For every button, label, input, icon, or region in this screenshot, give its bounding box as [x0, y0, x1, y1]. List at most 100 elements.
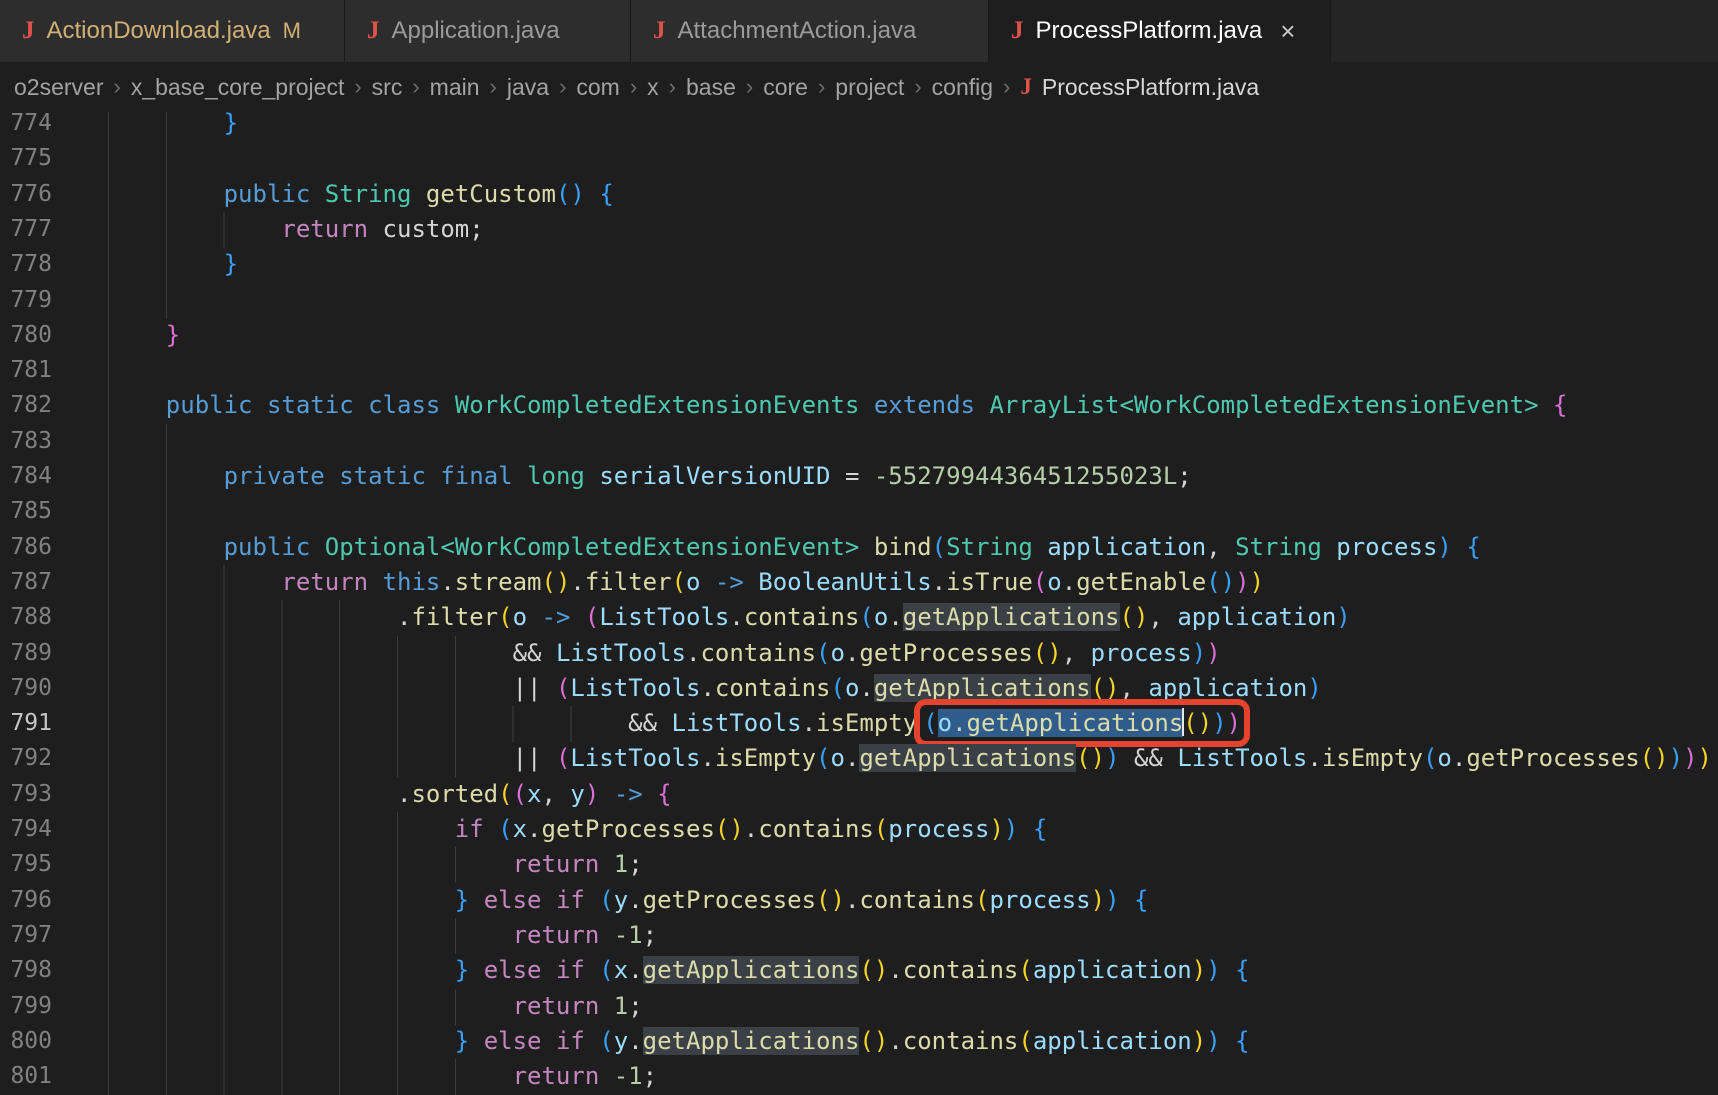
- code-text[interactable]: }: [108, 247, 238, 282]
- code-line-790[interactable]: 790 || (ListTools.contains(o.getApplicat…: [0, 670, 1718, 707]
- line-number[interactable]: 784: [0, 459, 52, 494]
- code-text[interactable]: && ListTools.contains(o.getProcesses(), …: [108, 636, 1221, 671]
- code-text[interactable]: public static class WorkCompletedExtensi…: [108, 388, 1568, 423]
- line-number[interactable]: 791: [0, 706, 52, 741]
- line-number[interactable]: 777: [0, 212, 52, 247]
- tab-attachmentaction-java[interactable]: J AttachmentAction.java: [631, 0, 989, 62]
- breadcrumb-item[interactable]: src: [372, 74, 403, 101]
- code-line-780[interactable]: 780 }: [0, 317, 1718, 354]
- code-token: String: [1235, 532, 1322, 561]
- code-text[interactable]: return 1;: [108, 989, 643, 1024]
- line-number[interactable]: 787: [0, 565, 52, 600]
- code-line-796[interactable]: 796 } else if (y.getProcesses().contains…: [0, 882, 1718, 919]
- tab-processplatform-java[interactable]: J ProcessPlatform.java ×: [989, 0, 1331, 62]
- code-text[interactable]: return -1;: [108, 918, 658, 953]
- code-line-794[interactable]: 794 if (x.getProcesses().contains(proces…: [0, 812, 1718, 848]
- breadcrumb-item[interactable]: base: [686, 74, 736, 101]
- code-text[interactable]: private static final long serialVersionU…: [108, 459, 1192, 494]
- code-editor[interactable]: 774 } 775 776 public String getCustom() {7…: [0, 0, 1718, 1095]
- code-text[interactable]: } else if (x.getApplications().contains(…: [108, 953, 1250, 988]
- code-line-795[interactable]: 795 return 1;: [0, 847, 1718, 884]
- code-line-778[interactable]: 778 }: [0, 247, 1718, 284]
- breadcrumb-item[interactable]: main: [430, 74, 480, 101]
- line-number[interactable]: 801: [0, 1059, 52, 1094]
- code-text[interactable]: || (ListTools.isEmpty(o.getApplications(…: [108, 741, 1712, 776]
- vscode-window: { "colors":{ "bg":"#1e1e1e","tabbar":"#2…: [0, 0, 1718, 1095]
- line-number[interactable]: 780: [0, 318, 52, 353]
- line-number[interactable]: 798: [0, 953, 52, 988]
- code-line-777[interactable]: 777 return custom;: [0, 211, 1718, 248]
- code-text[interactable]: }: [108, 318, 180, 353]
- line-number[interactable]: 785: [0, 494, 52, 529]
- code-text[interactable]: return custom;: [108, 212, 483, 247]
- code-line-792[interactable]: 792 || (ListTools.isEmpty(o.getApplicati…: [0, 741, 1718, 778]
- close-tab-icon[interactable]: ×: [1280, 18, 1295, 44]
- code-line-779[interactable]: 779: [0, 282, 1718, 319]
- tab-actiondownload-java[interactable]: J ActionDownload.java M: [0, 0, 345, 62]
- line-number[interactable]: 779: [0, 283, 52, 318]
- code-line-788[interactable]: 788 .filter(o -> (ListTools.contains(o.g…: [0, 600, 1718, 637]
- code-text[interactable]: public String getCustom() {: [108, 177, 614, 212]
- code-text[interactable]: } else if (y.getProcesses().contains(pro…: [108, 883, 1149, 918]
- line-number[interactable]: 775: [0, 141, 52, 176]
- line-number[interactable]: 790: [0, 671, 52, 706]
- line-number[interactable]: 793: [0, 777, 52, 812]
- line-number[interactable]: 796: [0, 883, 52, 918]
- code-text[interactable]: if (x.getProcesses().contains(process)) …: [108, 812, 1047, 847]
- breadcrumb-file[interactable]: ProcessPlatform.java: [1042, 74, 1259, 101]
- code-line-799[interactable]: 799 return 1;: [0, 988, 1718, 1025]
- code-text[interactable]: return this.stream().filter(o -> Boolean…: [108, 565, 1264, 600]
- code-text[interactable]: public Optional<WorkCompletedExtensionEv…: [108, 530, 1481, 565]
- line-number[interactable]: 776: [0, 177, 52, 212]
- line-number[interactable]: 783: [0, 424, 52, 459]
- line-number[interactable]: 799: [0, 989, 52, 1024]
- code-line-791[interactable]: 791 && ListTools.isEmpty (o.getApplicatio…: [0, 699, 1718, 748]
- code-line-797[interactable]: 797 return -1;: [0, 917, 1718, 954]
- code-text[interactable]: } else if (y.getApplications().contains(…: [108, 1024, 1250, 1059]
- code-line-784[interactable]: 784 private static final long serialVers…: [0, 459, 1718, 495]
- breadcrumb-item[interactable]: config: [932, 74, 993, 101]
- code-line-798[interactable]: 798 } else if (x.getApplications().conta…: [0, 953, 1718, 990]
- line-number[interactable]: 782: [0, 388, 52, 423]
- tab-application-java[interactable]: J Application.java: [345, 0, 631, 62]
- breadcrumb-item[interactable]: x: [647, 74, 659, 101]
- code-line-781[interactable]: 781: [0, 353, 1718, 390]
- code-text[interactable]: .sorted((x, y) -> {: [108, 777, 672, 812]
- line-number[interactable]: 778: [0, 247, 52, 282]
- breadcrumb-item[interactable]: com: [576, 74, 619, 101]
- code-line-787[interactable]: 787 return this.stream().filter(o -> Boo…: [0, 564, 1718, 601]
- code-token: ListTools: [599, 603, 730, 632]
- breadcrumb-item[interactable]: core: [763, 74, 808, 101]
- line-number[interactable]: 800: [0, 1024, 52, 1059]
- code-line-785[interactable]: 785: [0, 494, 1718, 531]
- line-number[interactable]: 794: [0, 812, 52, 847]
- breadcrumb-item[interactable]: java: [507, 74, 549, 101]
- breadcrumb-item[interactable]: project: [835, 74, 904, 101]
- code-token: .: [628, 885, 643, 914]
- code-line-783[interactable]: 783: [0, 423, 1718, 460]
- code-text[interactable]: && ListTools.isEmpty (o.getApplications()…: [108, 699, 1251, 748]
- code-line-793[interactable]: 793 .sorted((x, y) -> {: [0, 776, 1718, 813]
- line-number[interactable]: 795: [0, 847, 52, 882]
- code-line-776[interactable]: 776 public String getCustom() {: [0, 176, 1718, 213]
- code-line-775[interactable]: 775: [0, 141, 1718, 178]
- code-line-800[interactable]: 800 } else if (y.getApplications().conta…: [0, 1023, 1718, 1060]
- line-number[interactable]: 781: [0, 353, 52, 388]
- line-number[interactable]: 788: [0, 600, 52, 635]
- line-number[interactable]: 797: [0, 918, 52, 953]
- line-number[interactable]: 789: [0, 636, 52, 671]
- code-text[interactable]: .filter(o -> (ListTools.contains(o.getAp…: [108, 600, 1351, 635]
- code-line-801[interactable]: 801 return -1;: [0, 1059, 1718, 1095]
- code-text[interactable]: return 1;: [108, 847, 643, 882]
- breadcrumb-item[interactable]: o2server: [14, 74, 103, 101]
- line-number[interactable]: 786: [0, 530, 52, 565]
- code-line-786[interactable]: 786 public Optional<WorkCompletedExtensi…: [0, 529, 1718, 566]
- code-line-789[interactable]: 789 && ListTools.contains(o.getProcesses…: [0, 635, 1718, 672]
- code-line-782[interactable]: 782 public static class WorkCompletedExt…: [0, 388, 1718, 425]
- code-token: }: [165, 320, 181, 349]
- code-token: ||: [512, 744, 556, 773]
- line-number[interactable]: 792: [0, 741, 52, 776]
- code-text[interactable]: return -1;: [108, 1059, 658, 1094]
- breadcrumb-item[interactable]: x_base_core_project: [131, 74, 345, 101]
